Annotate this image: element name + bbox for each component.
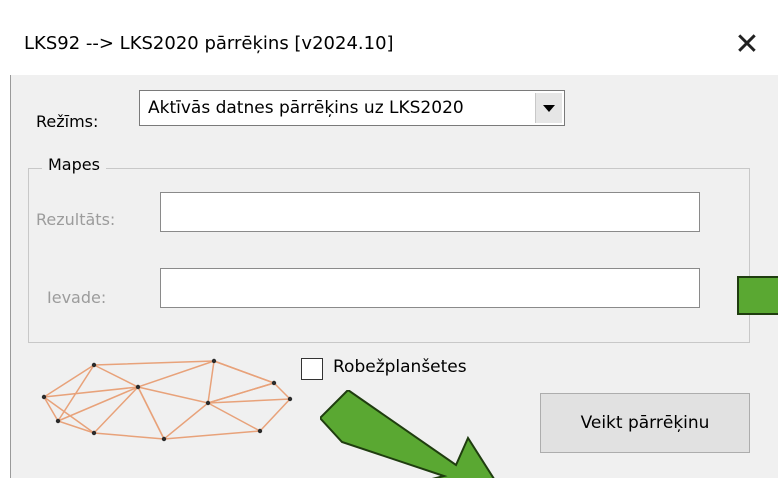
border-sheets-label[interactable]: Robežplanšetes <box>333 357 467 377</box>
folders-group-title: Mapes <box>42 155 106 174</box>
mode-select-value: Aktīvās datnes pārrēķins uz LKS2020 <box>148 98 464 118</box>
result-field[interactable] <box>160 192 700 232</box>
mode-label: Režīms: <box>36 112 99 131</box>
title-bar: LKS92 --> LKS2020 pārrēķins [v2024.10] ✕ <box>0 0 778 75</box>
result-label: Rezultāts: <box>36 210 116 229</box>
input-label: Ievade: <box>47 288 107 307</box>
window-title: LKS92 --> LKS2020 pārrēķins [v2024.10] <box>24 33 394 54</box>
close-icon[interactable]: ✕ <box>727 26 767 64</box>
border-sheets-checkbox[interactable] <box>301 358 323 380</box>
triangulation-network-icon <box>41 358 293 442</box>
green-arrow-icon <box>320 390 495 478</box>
run-conversion-button[interactable]: Veikt pārrēķinu <box>540 393 750 453</box>
input-field[interactable] <box>160 268 700 308</box>
chevron-down-icon[interactable] <box>535 93 562 123</box>
mode-select[interactable]: Aktīvās datnes pārrēķins uz LKS2020 <box>139 90 565 126</box>
green-arrow-icon <box>737 276 778 315</box>
